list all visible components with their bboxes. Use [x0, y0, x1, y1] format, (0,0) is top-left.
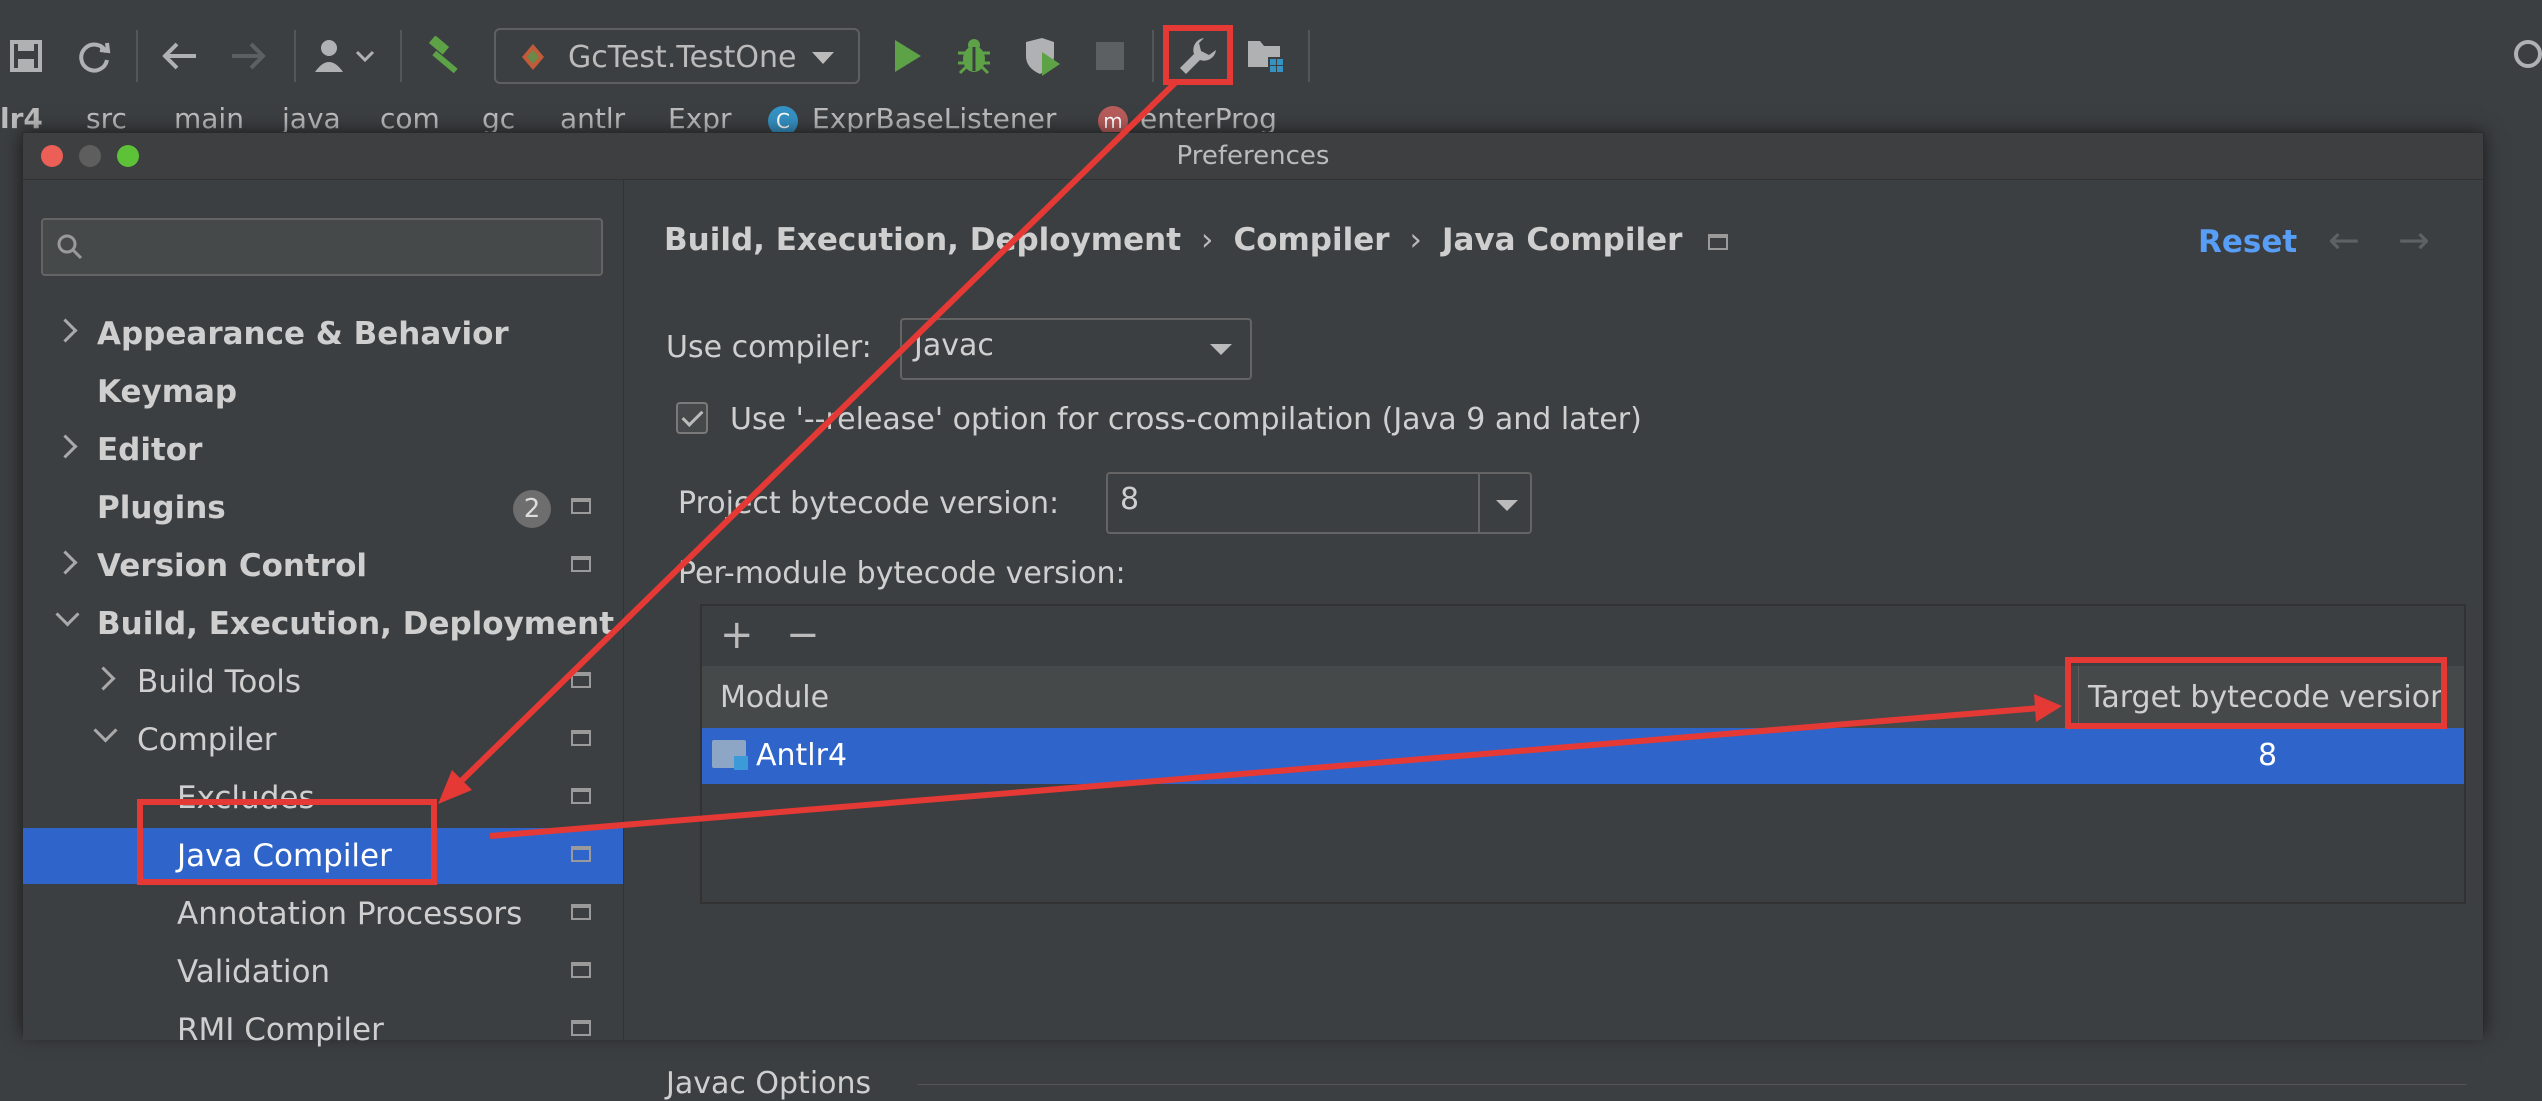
project-level-icon [1708, 233, 1729, 250]
debug-icon[interactable] [948, 30, 1000, 82]
sidebar-item-java-compiler[interactable]: Java Compiler [23, 828, 623, 884]
project-bytecode-label: Project bytecode version: [678, 486, 1060, 521]
forward-arrow-icon[interactable]: → [2398, 218, 2430, 262]
search-icon [57, 234, 83, 260]
main-toolbar: GcTest.TestOne lr4 src main java com gc … [0, 0, 2542, 136]
sidebar-item-excludes[interactable]: Excludes [23, 770, 623, 826]
crumb-build-execution: Build, Execution, Deployment [664, 222, 1182, 258]
sidebar-item-build-execution[interactable]: Build, Execution, Deployment [23, 596, 623, 652]
run-config-label: GcTest.TestOne [568, 40, 797, 75]
crumb-java-compiler: Java Compiler [1441, 222, 1683, 258]
run-icon[interactable] [882, 30, 934, 82]
settings-wrench-icon[interactable] [1172, 30, 1224, 82]
column-header-module[interactable]: Module [720, 680, 829, 715]
settings-search-input[interactable] [41, 218, 603, 276]
coverage-icon[interactable] [1016, 30, 1068, 82]
module-target-version[interactable]: 8 [2258, 738, 2277, 773]
table-header: Module Target bytecode version [702, 666, 2464, 729]
stop-icon[interactable] [1084, 30, 1136, 82]
column-header-target[interactable]: Target bytecode version [2088, 680, 2449, 715]
run-config-type-icon [522, 44, 544, 70]
breadcrumb-item[interactable]: ExprBaseListener [812, 102, 1056, 135]
breadcrumb-item[interactable]: antlr [560, 102, 625, 135]
breadcrumb-item[interactable]: main [174, 102, 244, 135]
table-row[interactable]: Antlr4 8 [702, 728, 2464, 784]
settings-breadcrumb: Build, Execution, Deployment › Compiler › Ja… [664, 222, 1729, 258]
sidebar-item-compiler[interactable]: Compiler [23, 712, 623, 768]
project-level-icon [571, 846, 591, 862]
per-module-table: + − Module Target bytecode version Antlr… [700, 604, 2466, 904]
table-toolbar: + − [702, 606, 2464, 667]
project-level-icon [571, 672, 591, 688]
sidebar-item-appearance[interactable]: Appearance & Behavior [23, 306, 623, 362]
project-level-icon [571, 498, 591, 514]
plugins-update-badge: 2 [513, 490, 551, 528]
breadcrumb-item[interactable]: lr4 [0, 102, 43, 135]
breadcrumb-item[interactable]: java [282, 102, 341, 135]
project-level-icon [571, 730, 591, 746]
use-compiler-label: Use compiler: [666, 330, 872, 365]
project-bytecode-select[interactable]: 8 [1106, 472, 1532, 534]
dialog-titlebar: Preferences [23, 133, 2483, 180]
sidebar-item-version-control[interactable]: Version Control [23, 538, 623, 594]
project-structure-icon[interactable] [1240, 30, 1292, 82]
project-level-icon [571, 1020, 591, 1036]
module-name: Antlr4 [756, 738, 848, 773]
project-level-icon [571, 904, 591, 920]
preferences-dialog: Preferences Appearance & Behavior Keymap… [22, 132, 2484, 1101]
vcs-user-icon[interactable] [310, 30, 382, 82]
sidebar-item-rmi-compiler[interactable]: RMI Compiler [23, 1002, 623, 1058]
sidebar-item-validation[interactable]: Validation [23, 944, 623, 1000]
back-icon[interactable] [154, 30, 206, 82]
sidebar-item-plugins[interactable]: Plugins 2 [23, 480, 623, 536]
sidebar-item-annotation-processors[interactable]: Annotation Processors [23, 886, 623, 942]
sidebar-item-build-tools[interactable]: Build Tools [23, 654, 623, 710]
build-hammer-icon[interactable] [418, 30, 470, 82]
sidebar-item-editor[interactable]: Editor [23, 422, 623, 478]
chevron-down-icon [812, 52, 834, 64]
settings-content: Build, Execution, Deployment › Compiler › Ja… [624, 180, 2483, 1101]
run-config-selector[interactable]: GcTest.TestOne [494, 28, 860, 84]
back-arrow-icon[interactable]: ← [2328, 218, 2360, 262]
sync-icon[interactable] [68, 30, 120, 82]
chevron-right-icon [53, 550, 78, 575]
module-folder-icon [712, 740, 748, 770]
breadcrumb-item[interactable]: enterProg [1140, 102, 1277, 135]
crumb-compiler: Compiler [1233, 222, 1390, 258]
per-module-label: Per-module bytecode version: [678, 556, 1126, 591]
dialog-title: Preferences [1176, 141, 1330, 171]
chevron-right-icon [91, 666, 116, 691]
breadcrumb-item[interactable]: src [86, 102, 127, 135]
add-module-button[interactable]: + [720, 612, 754, 658]
section-divider [918, 1084, 2466, 1085]
sidebar-item-keymap[interactable]: Keymap [23, 364, 623, 420]
project-level-icon [571, 788, 591, 804]
project-level-icon [571, 962, 591, 978]
reset-button[interactable]: Reset [2198, 224, 2297, 260]
chevron-right-icon [53, 318, 78, 343]
remove-module-button[interactable]: − [786, 612, 820, 658]
breadcrumb-item[interactable]: gc [482, 102, 515, 135]
forward-icon[interactable] [222, 30, 274, 82]
save-icon[interactable] [0, 30, 52, 82]
release-option-label: Use '--release' option for cross-compila… [730, 402, 1642, 437]
settings-sidebar: Appearance & Behavior Keymap Editor Plug… [23, 180, 624, 1048]
chevron-down-icon [1496, 500, 1518, 511]
javac-options-header: Javac Options [666, 1066, 872, 1101]
breadcrumb-item[interactable]: Expr [668, 102, 732, 135]
chevron-down-icon [55, 602, 80, 627]
search-everywhere-icon[interactable] [2510, 30, 2542, 82]
project-level-icon [571, 556, 591, 572]
chevron-down-icon [1210, 344, 1232, 355]
use-compiler-select[interactable]: Javac [900, 318, 1252, 380]
release-option-checkbox[interactable] [676, 402, 708, 434]
chevron-down-icon [93, 718, 118, 743]
chevron-right-icon [53, 434, 78, 459]
breadcrumb-item[interactable]: com [380, 102, 440, 135]
